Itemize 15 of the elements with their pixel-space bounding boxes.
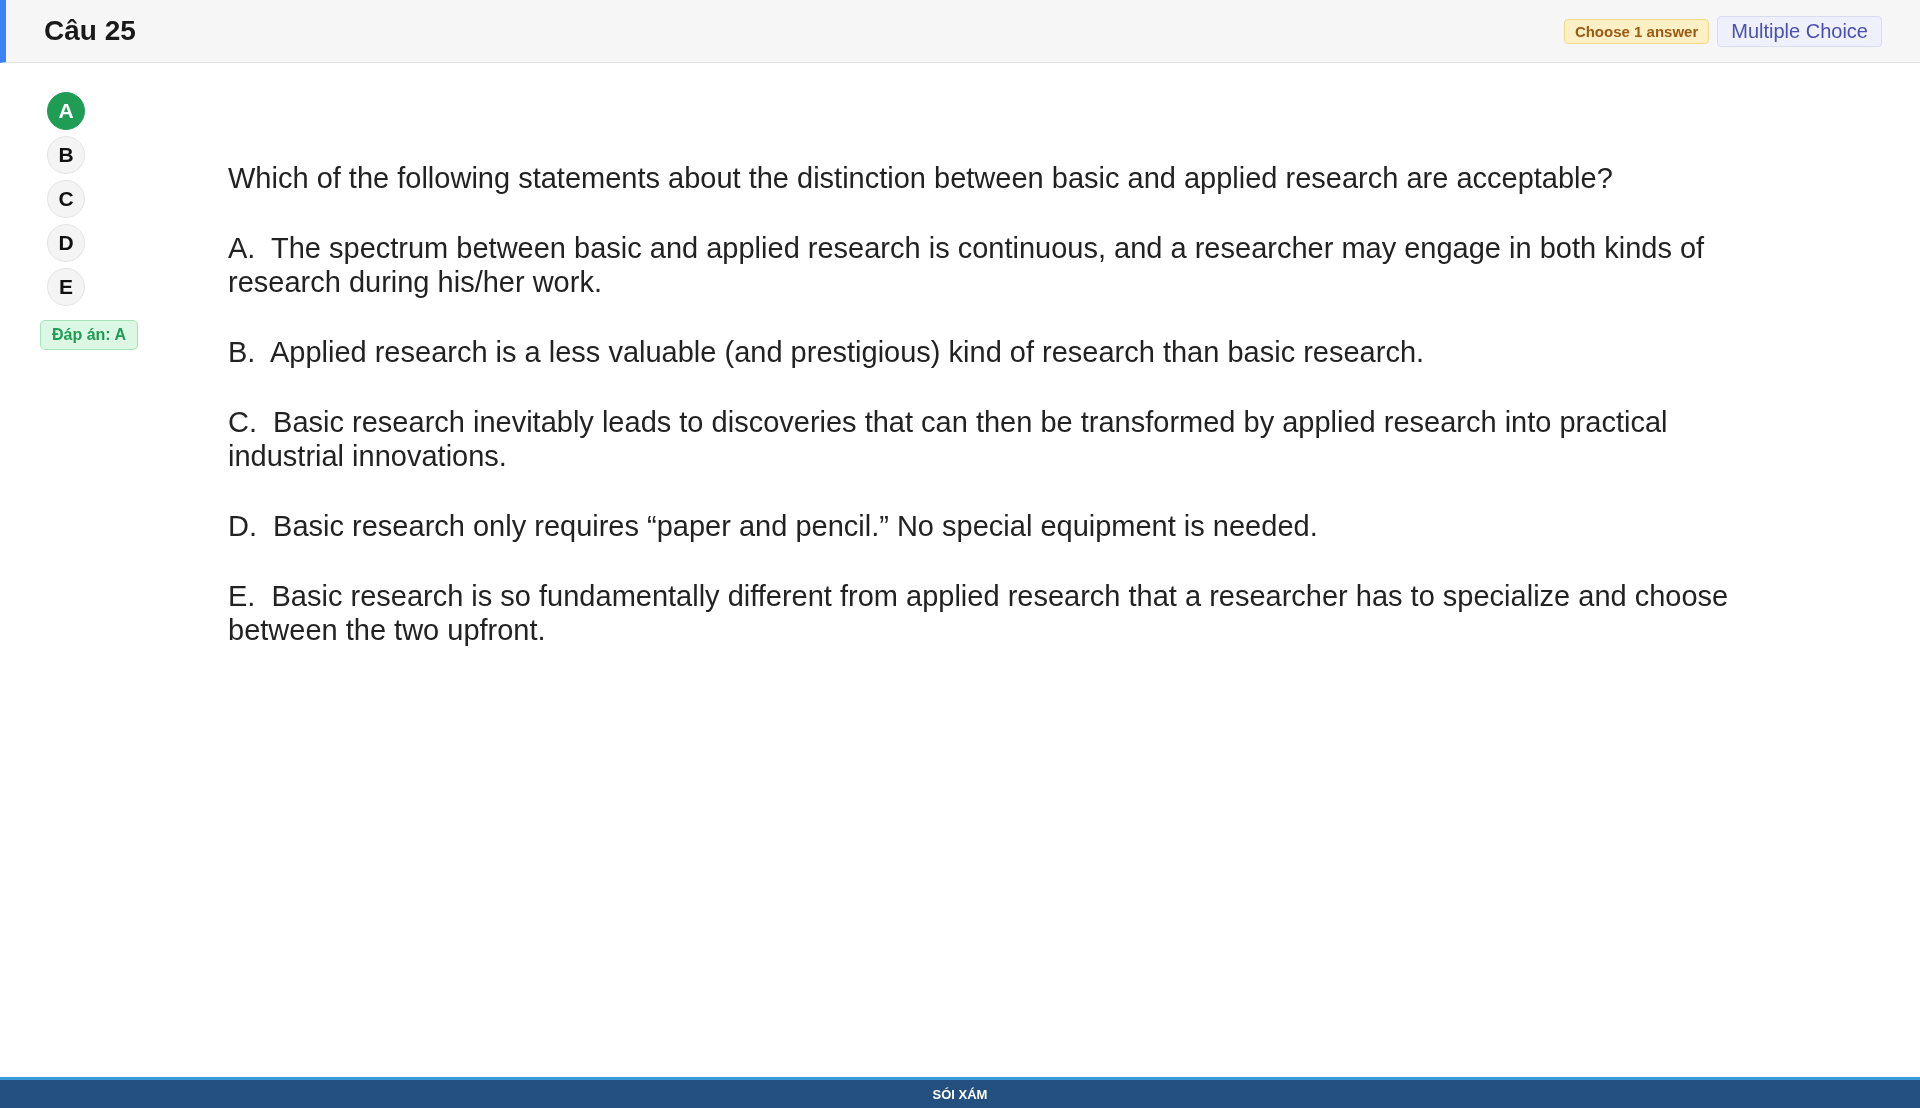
answer-choice[interactable]: B xyxy=(47,136,85,174)
question-title: Câu 25 xyxy=(44,15,136,47)
option-text: D. Basic research only requires “paper and pencil.” No special equipment is needed. xyxy=(228,509,1319,543)
hint-badge: Choose 1 answer xyxy=(1563,18,1710,44)
answer-choice[interactable]: E xyxy=(47,268,85,306)
answer-key-badge: Đáp án: A xyxy=(40,320,139,350)
option-text: E. Basic research is so fundamentally different from applied research that a researcher has to specialize and choose between the two upfront. xyxy=(228,579,1730,647)
answer-choice[interactable]: C xyxy=(47,180,85,218)
option-text: A. The spectrum between basic and applied research is continuous, and a researcher may engage in both kinds of research during his/her work. xyxy=(228,231,1706,299)
option-text: C. Basic research inevitably leads to discoveries that can then be transformed by applied research into practical industrial innovations. xyxy=(228,405,1669,473)
answer-choice[interactable]: D xyxy=(47,224,85,262)
question-type-badge: Multiple Choice xyxy=(1717,15,1882,47)
question-text: Which of the following statements about the distinction between basic and applied research are acceptable? xyxy=(228,161,1614,195)
option-text: B. Applied research is a less valuable (and prestigious) kind of research than basic research. xyxy=(228,335,1426,369)
footer-text: SÓI XÁM xyxy=(932,1086,988,1102)
